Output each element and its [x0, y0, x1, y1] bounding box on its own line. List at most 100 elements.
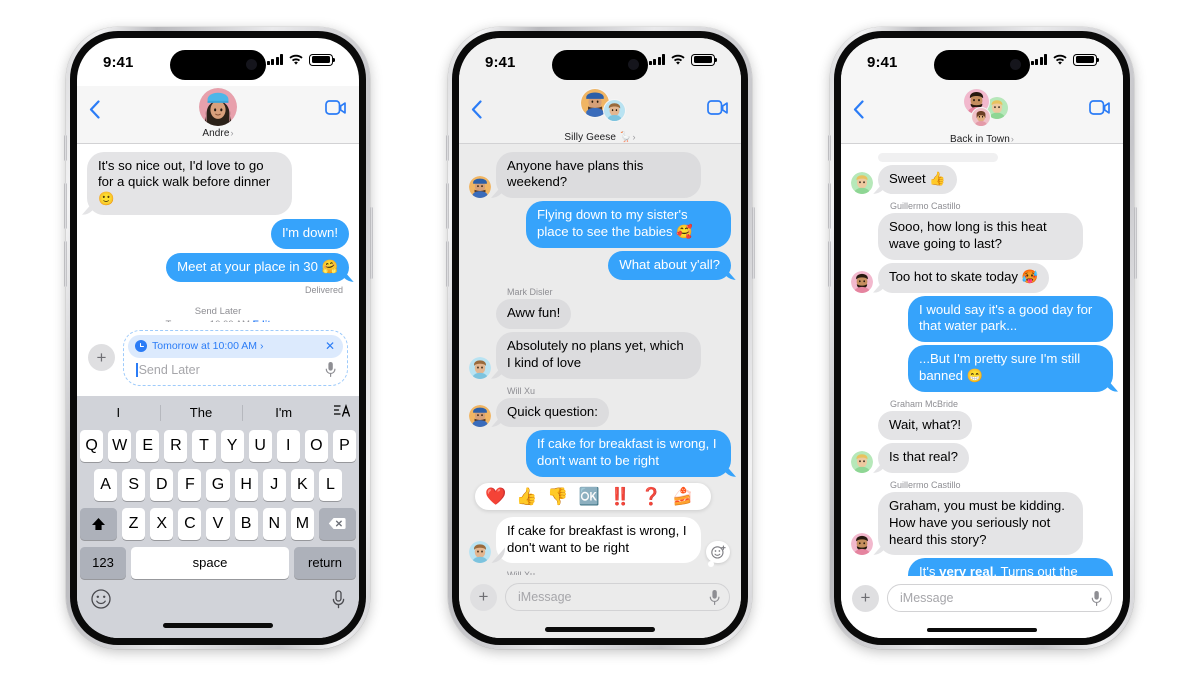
message-thread[interactable]: Anyone have plans this weekend? Flying d… [459, 143, 741, 576]
attachments-button[interactable]: + [88, 344, 115, 371]
key-v[interactable]: V [206, 507, 230, 540]
key-p[interactable]: P [332, 429, 356, 462]
key-c[interactable]: C [178, 507, 202, 540]
tapback-option-exclamation[interactable]: ‼️ [610, 488, 631, 505]
facetime-button[interactable] [325, 88, 347, 120]
key-d[interactable]: D [150, 468, 174, 501]
tapback-picker-bar[interactable]: ❤️ 👍 👎 🆗 ‼️ ❓ 🍰 [475, 482, 711, 510]
home-indicator[interactable] [841, 622, 1123, 638]
tapback-option-thumbs-down[interactable]: 👎 [547, 488, 568, 505]
message-bubble-incoming[interactable]: Sooo, how long is this heat wave going t… [878, 213, 1083, 260]
emoji-smiley-icon[interactable] [91, 589, 111, 614]
message-thread[interactable]: It's so nice out, I'd love to go for a q… [77, 143, 359, 322]
message-input[interactable]: iMessage [887, 584, 1112, 613]
silent-switch[interactable] [445, 134, 449, 161]
back-button[interactable] [89, 88, 100, 119]
key-o[interactable]: O [304, 429, 328, 462]
tapback-option-question[interactable]: ❓ [641, 488, 662, 505]
volume-down-button[interactable] [827, 240, 831, 287]
suggestion-chip[interactable]: The [160, 405, 243, 420]
message-bubble-outgoing[interactable]: Meet at your place in 30 🤗 [166, 252, 349, 283]
key-m[interactable]: M [290, 507, 314, 540]
message-bubble-incoming[interactable]: Too hot to skate today 🥵 [878, 262, 1050, 293]
contact-info[interactable]: Andre› [77, 87, 359, 139]
message-bubble-outgoing[interactable]: I would say it's a good day for that wat… [908, 295, 1113, 343]
suggestion-chip[interactable]: I [77, 405, 160, 420]
message-bubble-incoming[interactable]: Is that real? [878, 443, 969, 474]
message-input[interactable]: iMessage [505, 583, 730, 612]
key-h[interactable]: H [234, 468, 258, 501]
message-bubble-incoming[interactable]: Wait, what?! [878, 410, 973, 441]
key-w[interactable]: W [108, 429, 132, 462]
group-info[interactable]: Back in Town› [841, 87, 1123, 145]
delete-key[interactable] [318, 507, 356, 540]
volume-up-button[interactable] [827, 182, 831, 229]
message-input-wrapper[interactable]: Send Later [128, 360, 343, 381]
message-bubble-incoming[interactable]: It's so nice out, I'd love to go for a q… [87, 151, 292, 215]
key-k[interactable]: K [290, 468, 314, 501]
volume-up-button[interactable] [63, 182, 67, 229]
key-g[interactable]: G [206, 468, 230, 501]
volume-down-button[interactable] [445, 240, 449, 287]
message-bubble-incoming[interactable]: Quick question: [496, 397, 609, 428]
attachments-button[interactable]: + [852, 584, 879, 612]
group-avatar-stack[interactable] [572, 87, 628, 128]
silent-switch[interactable] [827, 134, 831, 161]
send-later-composer[interactable]: Tomorrow at 10:00 AM › ✕ Send Later [123, 329, 348, 386]
message-bubble-incoming[interactable]: Anyone have plans this weekend? [496, 151, 701, 199]
key-s[interactable]: S [122, 468, 146, 501]
key-u[interactable]: U [248, 429, 272, 462]
key-i[interactable]: I [276, 429, 300, 462]
home-indicator[interactable] [77, 615, 359, 636]
message-bubble-incoming[interactable]: Aww fun! [496, 299, 572, 330]
microphone-icon[interactable] [325, 361, 336, 378]
text-formatting-icon[interactable] [325, 403, 359, 421]
key-l[interactable]: L [318, 468, 342, 501]
message-bubble-incoming[interactable]: If cake for breakfast is wrong, I don't … [496, 516, 701, 564]
key-y[interactable]: Y [220, 429, 244, 462]
dictation-microphone-icon[interactable] [332, 589, 345, 614]
back-button[interactable] [471, 88, 482, 119]
volume-up-button[interactable] [445, 182, 449, 229]
key-e[interactable]: E [136, 429, 160, 462]
message-bubble-incoming[interactable]: Sweet 👍 [878, 164, 957, 195]
numbers-key[interactable]: 123 [80, 546, 126, 579]
attachments-button[interactable]: + [470, 583, 497, 611]
key-a[interactable]: A [94, 468, 118, 501]
group-avatar-stack[interactable] [952, 87, 1012, 132]
key-t[interactable]: T [192, 429, 216, 462]
message-thread[interactable]: Sweet 👍 Guillermo Castillo Sooo, how lon… [841, 143, 1123, 577]
message-bubble-outgoing[interactable]: ...But I'm pretty sure I'm still banned … [908, 345, 1113, 392]
message-bubble-incoming[interactable]: Absolutely no plans yet, which I kind of… [496, 332, 701, 379]
message-bubble-outgoing[interactable]: I'm down! [270, 218, 349, 249]
key-x[interactable]: X [150, 507, 174, 540]
key-r[interactable]: R [164, 429, 188, 462]
remove-schedule-button[interactable]: ✕ [325, 340, 335, 352]
suggestion-chip[interactable]: I'm [242, 405, 325, 420]
message-bubble-outgoing[interactable]: What about y'all? [608, 250, 731, 281]
tapback-option-cake[interactable]: 🍰 [672, 488, 693, 505]
microphone-icon[interactable] [1091, 590, 1102, 607]
key-j[interactable]: J [262, 468, 286, 501]
key-b[interactable]: B [234, 507, 258, 540]
power-button[interactable] [369, 206, 373, 279]
tapback-option-haha[interactable]: 🆗 [579, 488, 600, 505]
home-indicator[interactable] [459, 621, 741, 638]
power-button[interactable] [1133, 206, 1137, 279]
space-key[interactable]: space [131, 546, 289, 579]
tapback-option-thumbs-up[interactable]: 👍 [516, 488, 537, 505]
edit-schedule-button[interactable]: Edit [253, 319, 271, 321]
message-bubble-incoming[interactable]: Graham, you must be kidding. How have yo… [878, 492, 1083, 556]
volume-down-button[interactable] [63, 240, 67, 287]
power-button[interactable] [751, 206, 755, 279]
key-n[interactable]: N [262, 507, 286, 540]
add-emoji-reaction-icon[interactable] [706, 541, 730, 568]
group-info[interactable]: Silly Geese 🪿› [459, 87, 741, 143]
schedule-pill[interactable]: Tomorrow at 10:00 AM › ✕ [128, 334, 343, 358]
silent-switch[interactable] [63, 134, 67, 161]
key-z[interactable]: Z [122, 507, 146, 540]
facetime-button[interactable] [1089, 88, 1111, 120]
avatar[interactable] [199, 87, 237, 126]
key-f[interactable]: F [178, 468, 202, 501]
message-bubble-outgoing[interactable]: If cake for breakfast is wrong, I don't … [526, 430, 731, 477]
